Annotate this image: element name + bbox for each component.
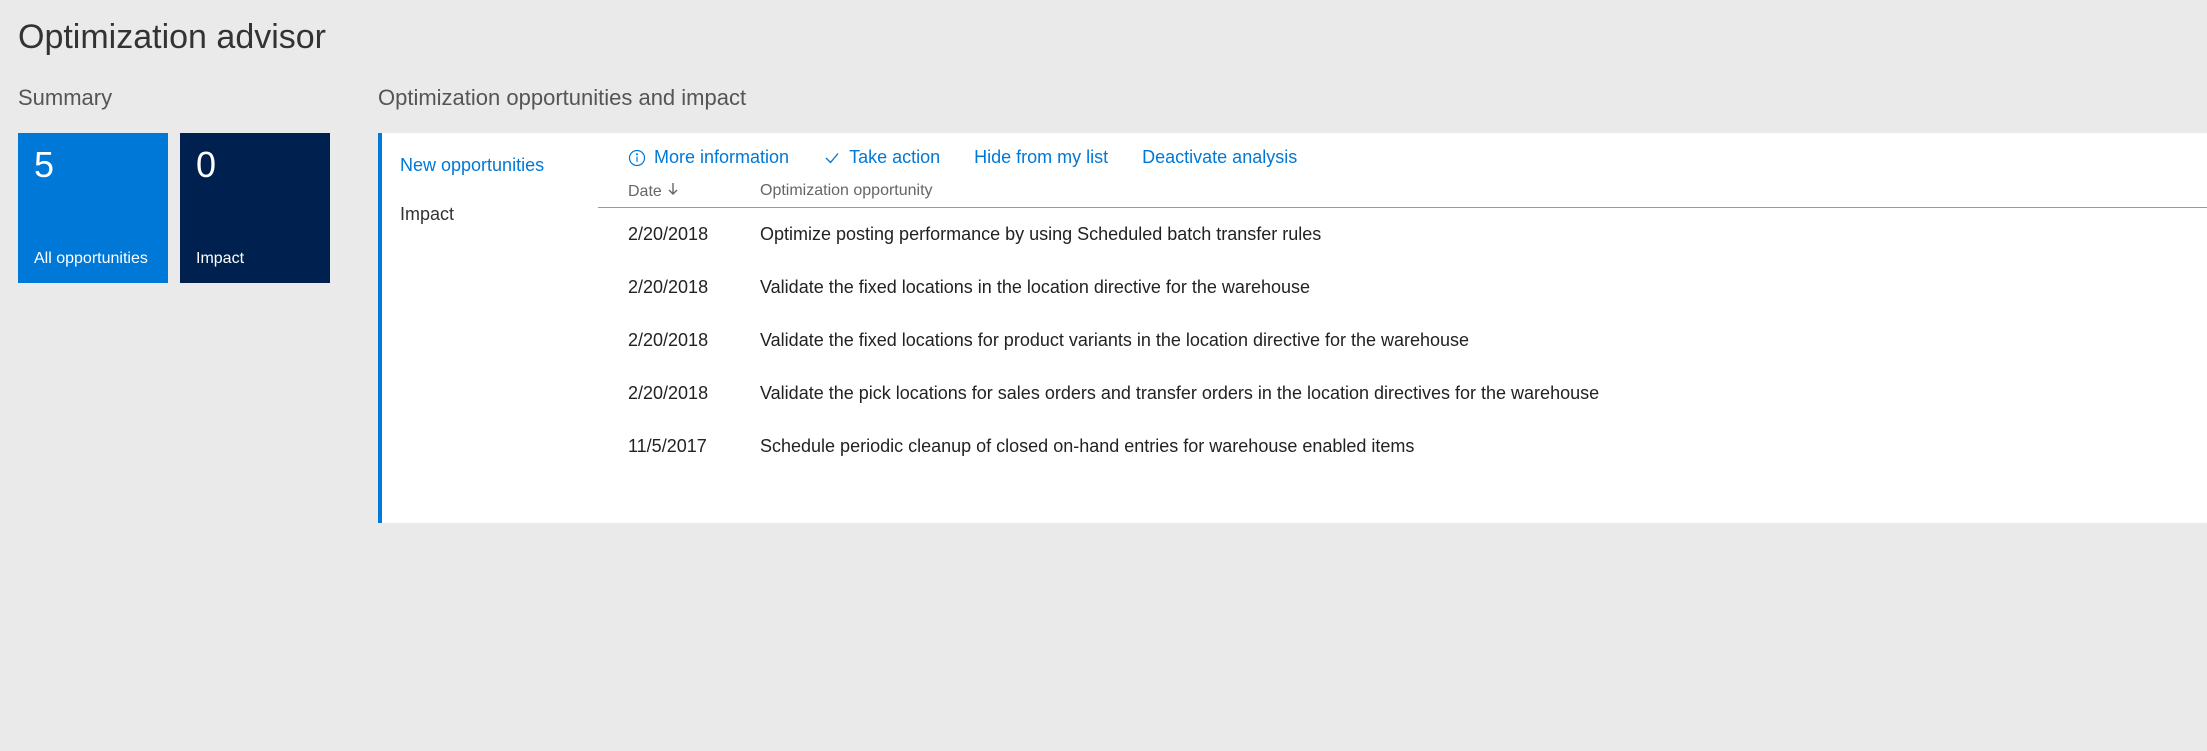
cell-date: 2/20/2018 <box>628 383 760 404</box>
action-label: Deactivate analysis <box>1142 147 1297 168</box>
more-information-button[interactable]: More information <box>628 147 789 168</box>
grid-body: 2/20/2018 Optimize posting performance b… <box>598 208 2207 473</box>
table-row[interactable]: 2/20/2018 Optimize posting performance b… <box>628 208 2207 261</box>
detail-pane: More information Take action Hide from m… <box>598 133 2207 523</box>
main-heading: Optimization opportunities and impact <box>378 85 2207 111</box>
tile-all-opportunities[interactable]: 5 All opportunities <box>18 133 168 283</box>
info-icon <box>628 149 646 167</box>
opportunities-grid: Date Optimization opportunity <box>598 182 2207 473</box>
page-title: Optimization advisor <box>18 18 2207 57</box>
tab-strip: New opportunities Impact <box>382 133 598 523</box>
tile-count: 0 <box>196 147 314 183</box>
cell-date: 2/20/2018 <box>628 277 760 298</box>
column-header-date[interactable]: Date <box>628 182 760 201</box>
grid-header: Date Optimization opportunity <box>598 182 2207 208</box>
check-icon <box>823 149 841 167</box>
action-label: Take action <box>849 147 940 168</box>
hide-from-list-button[interactable]: Hide from my list <box>974 147 1108 168</box>
tile-count: 5 <box>34 147 152 183</box>
action-label: Hide from my list <box>974 147 1108 168</box>
table-row[interactable]: 2/20/2018 Validate the pick locations fo… <box>628 367 2207 420</box>
cell-date: 2/20/2018 <box>628 224 760 245</box>
deactivate-analysis-button[interactable]: Deactivate analysis <box>1142 147 1297 168</box>
tile-label: All opportunities <box>34 249 152 269</box>
cell-opportunity: Schedule periodic cleanup of closed on-h… <box>760 436 2207 457</box>
main-panel: Optimization opportunities and impact Ne… <box>378 85 2207 523</box>
column-label: Optimization opportunity <box>760 182 933 199</box>
table-row[interactable]: 2/20/2018 Validate the fixed locations i… <box>628 261 2207 314</box>
table-row[interactable]: 11/5/2017 Schedule periodic cleanup of c… <box>628 420 2207 473</box>
cell-date: 11/5/2017 <box>628 436 760 457</box>
tab-impact[interactable]: Impact <box>382 190 598 239</box>
table-row[interactable]: 2/20/2018 Validate the fixed locations f… <box>628 314 2207 367</box>
cell-opportunity: Optimize posting performance by using Sc… <box>760 224 2207 245</box>
summary-panel: Summary 5 All opportunities 0 Impact <box>18 85 378 283</box>
cell-date: 2/20/2018 <box>628 330 760 351</box>
column-header-opportunity[interactable]: Optimization opportunity <box>760 182 2207 201</box>
action-label: More information <box>654 147 789 168</box>
cell-opportunity: Validate the pick locations for sales or… <box>760 383 2207 404</box>
action-bar: More information Take action Hide from m… <box>598 143 2207 182</box>
sort-descending-icon <box>668 182 678 201</box>
tile-impact[interactable]: 0 Impact <box>180 133 330 283</box>
tab-new-opportunities[interactable]: New opportunities <box>382 141 598 190</box>
cell-opportunity: Validate the fixed locations for product… <box>760 330 2207 351</box>
tile-label: Impact <box>196 249 314 269</box>
cell-opportunity: Validate the fixed locations in the loca… <box>760 277 2207 298</box>
take-action-button[interactable]: Take action <box>823 147 940 168</box>
column-label: Date <box>628 183 662 201</box>
summary-heading: Summary <box>18 85 378 111</box>
